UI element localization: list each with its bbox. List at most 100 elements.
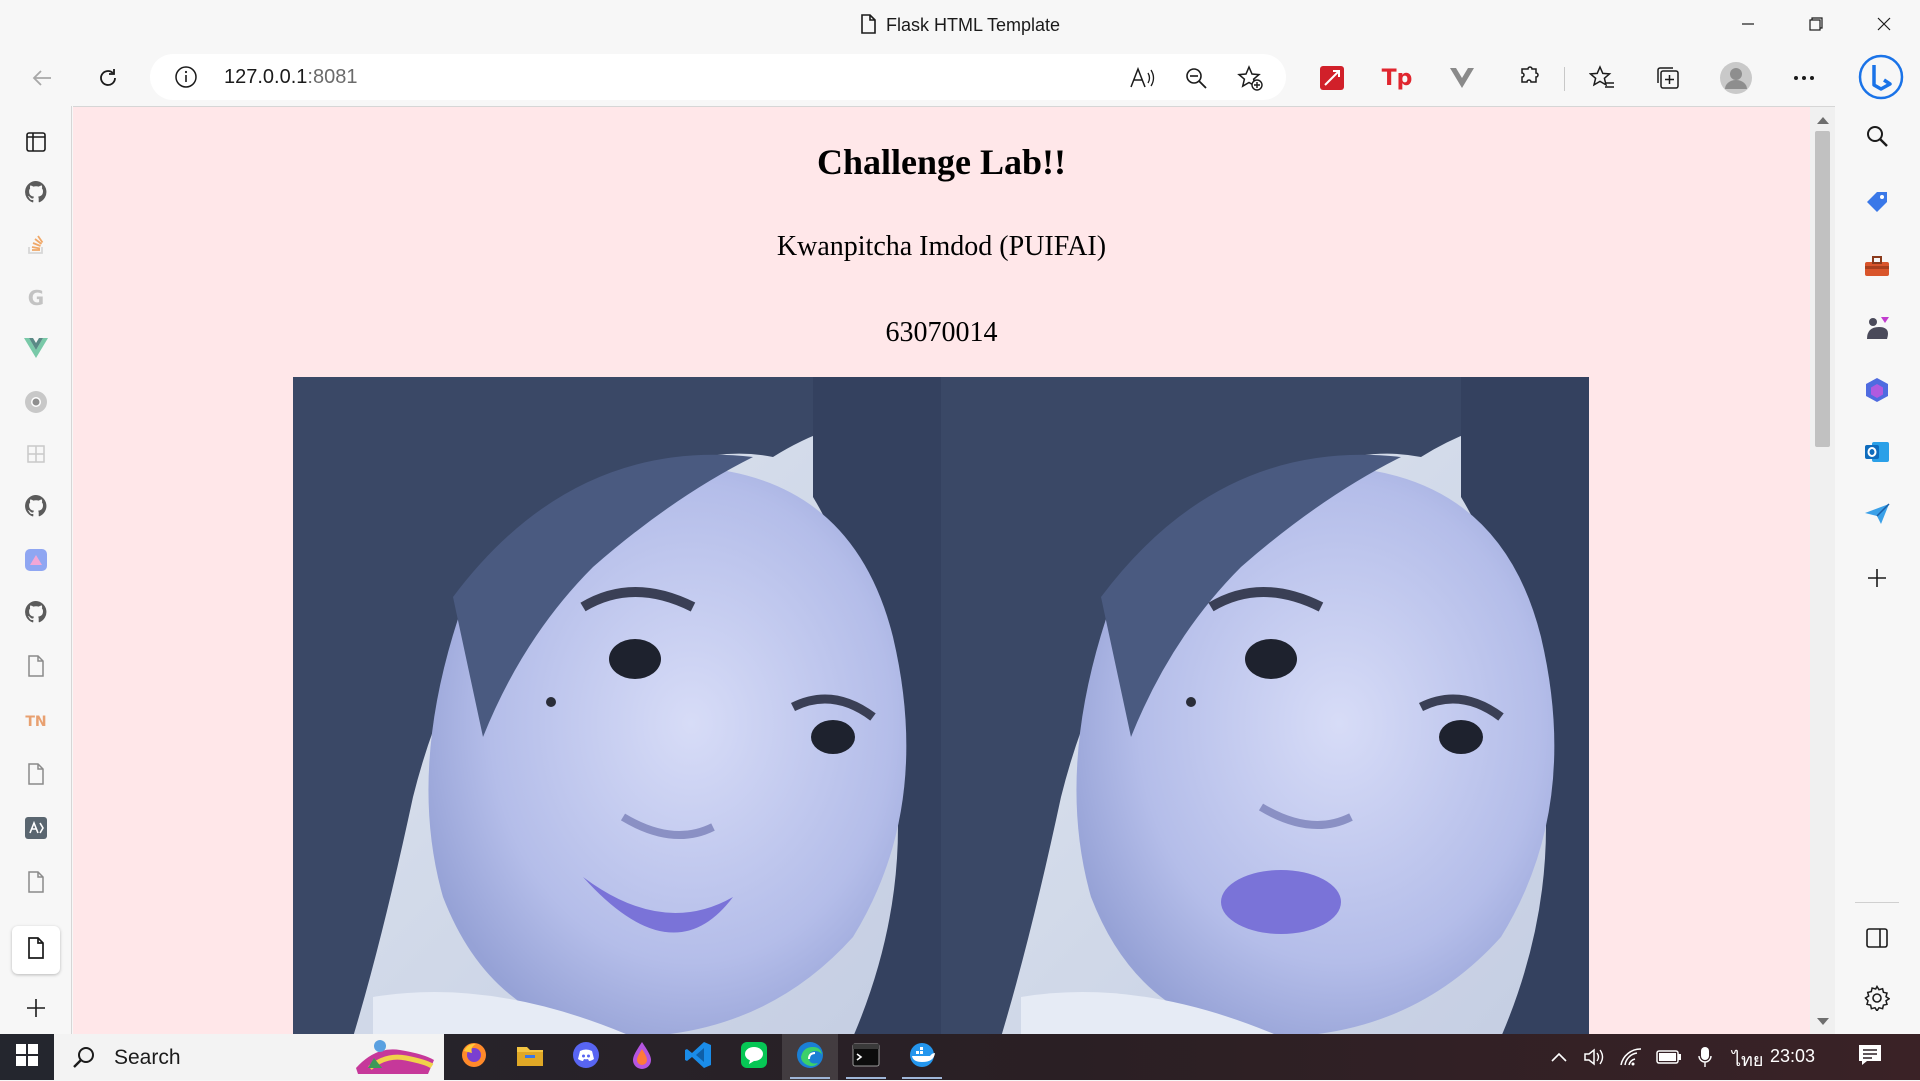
document-icon: [27, 870, 45, 898]
tab-document-active[interactable]: [12, 926, 60, 974]
tab-stackoverflow[interactable]: [16, 226, 56, 266]
minimize-button[interactable]: [1714, 0, 1782, 48]
show-hidden-icons[interactable]: [1544, 1034, 1574, 1080]
taskbar-file-explorer[interactable]: [502, 1034, 558, 1080]
more-menu-icon[interactable]: [1784, 58, 1824, 98]
edge-icon: [796, 1041, 824, 1074]
app-icon: [24, 548, 48, 577]
tab-document-1[interactable]: [16, 648, 56, 688]
tab-github-3[interactable]: [16, 594, 56, 634]
address-bar[interactable]: 127.0.0.1:8081: [150, 54, 1286, 100]
page-scrollbar[interactable]: [1810, 107, 1835, 1034]
profile-avatar[interactable]: [1716, 58, 1756, 98]
google-icon: G: [27, 286, 45, 310]
add-icon: [25, 997, 47, 1024]
tab-github-1[interactable]: [16, 174, 56, 214]
notification-icon: [1858, 1044, 1882, 1071]
taskbar-drop-app[interactable]: [614, 1034, 670, 1080]
taskbar-discord[interactable]: [558, 1034, 614, 1080]
new-tab-button[interactable]: [16, 990, 56, 1030]
sidebar-settings-icon[interactable]: [1857, 978, 1897, 1018]
close-button[interactable]: [1850, 0, 1918, 48]
input-language[interactable]: ไทย: [1732, 1045, 1763, 1074]
taskbar-docker[interactable]: [894, 1034, 950, 1080]
stackoverflow-icon: [25, 233, 47, 260]
scroll-thumb[interactable]: [1815, 131, 1830, 447]
tab-actions-icon[interactable]: [16, 122, 56, 162]
collections-icon[interactable]: [1648, 58, 1688, 98]
extension-red-icon[interactable]: [1312, 58, 1352, 98]
file-explorer-icon: [516, 1043, 544, 1072]
refresh-button[interactable]: [88, 58, 128, 98]
document-icon: [27, 762, 45, 790]
bing-copilot-icon[interactable]: [1856, 52, 1906, 102]
github-icon: [24, 180, 48, 209]
info-icon[interactable]: [174, 65, 198, 94]
outlook-icon[interactable]: [1857, 432, 1897, 472]
favorites-icon[interactable]: [1582, 58, 1622, 98]
back-button[interactable]: [22, 58, 62, 98]
taskbar-vscode[interactable]: [670, 1034, 726, 1080]
github-icon: [24, 494, 48, 523]
photo-left: [293, 377, 941, 1034]
battery-icon[interactable]: [1652, 1034, 1686, 1080]
vue-icon: [24, 337, 48, 363]
clock[interactable]: 23:03: [1770, 1046, 1815, 1067]
extensions-icon[interactable]: [1508, 58, 1548, 98]
scroll-down-arrow[interactable]: [1817, 1018, 1829, 1025]
url-text[interactable]: 127.0.0.1:8081: [224, 66, 357, 89]
discord-icon: [572, 1041, 600, 1074]
toolbox-icon[interactable]: [1857, 246, 1897, 286]
start-button[interactable]: [0, 1034, 54, 1080]
send-icon[interactable]: [1857, 494, 1897, 534]
network-icon[interactable]: [1614, 1034, 1648, 1080]
tab-github-2[interactable]: [16, 488, 56, 528]
window-title: Flask HTML Template: [0, 14, 1920, 39]
tab-tn[interactable]: TN: [16, 702, 56, 742]
sidebar-separator: [1855, 902, 1899, 903]
tab-google[interactable]: G: [16, 278, 56, 318]
read-aloud-icon[interactable]: [1126, 62, 1158, 94]
office-icon[interactable]: [1857, 370, 1897, 410]
games-icon[interactable]: [1857, 308, 1897, 348]
tab-extension[interactable]: [16, 436, 56, 476]
line-icon: [740, 1041, 768, 1074]
taskbar-terminal[interactable]: [838, 1034, 894, 1080]
tp-extension-icon[interactable]: Tp: [1377, 58, 1417, 98]
taskbar-firefox[interactable]: [446, 1034, 502, 1080]
tab-document-2[interactable]: [16, 756, 56, 796]
vscode-icon: [684, 1041, 712, 1074]
edge-sidebar: [1835, 106, 1920, 1034]
shopping-tag-icon[interactable]: [1857, 182, 1897, 222]
document-icon: [27, 654, 45, 682]
github-icon: [24, 600, 48, 629]
tab-app[interactable]: [16, 542, 56, 582]
docker-icon: [907, 1042, 937, 1073]
page-heading: Challenge Lab!!: [816, 142, 1066, 182]
zoom-out-icon[interactable]: [1180, 62, 1212, 94]
taskbar-edge[interactable]: [782, 1034, 838, 1080]
volume-icon[interactable]: [1578, 1034, 1610, 1080]
hide-sidebar-icon[interactable]: [1857, 918, 1897, 958]
notifications-button[interactable]: [1848, 1034, 1892, 1080]
vue-devtools-icon[interactable]: [1442, 58, 1482, 98]
toolbar-separator: [1564, 67, 1565, 91]
taskbar-search-box[interactable]: Search: [54, 1034, 444, 1080]
taskbar-line[interactable]: [726, 1034, 782, 1080]
photo-right: [941, 377, 1589, 1034]
sidebar-search-icon[interactable]: [1857, 116, 1897, 156]
browser-toolbar: 127.0.0.1:8081 Tp: [0, 50, 1920, 106]
tab-aws[interactable]: [16, 810, 56, 850]
add-sidebar-app-icon[interactable]: [1857, 558, 1897, 598]
tab-document-3[interactable]: [16, 864, 56, 904]
tab-chrome[interactable]: [16, 384, 56, 424]
tab-vue[interactable]: [16, 330, 56, 370]
add-favorite-icon[interactable]: [1234, 62, 1266, 94]
microphone-icon[interactable]: [1690, 1034, 1720, 1080]
restore-button[interactable]: [1782, 0, 1850, 48]
scroll-up-arrow[interactable]: [1817, 117, 1829, 124]
web-page: Challenge Lab!! Kwanpitcha Imdod (PUIFAI…: [73, 106, 1835, 1034]
extension-icon: [25, 443, 47, 470]
search-highlight-art: [350, 1038, 440, 1081]
drop-icon: [630, 1041, 654, 1074]
